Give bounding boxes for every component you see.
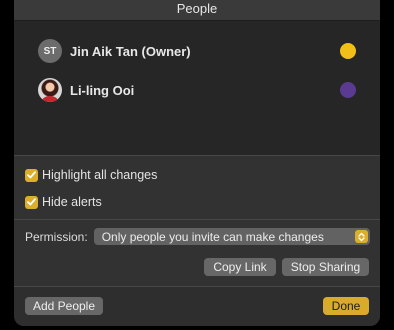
hide-alerts-checkbox[interactable] [25,195,38,209]
permission-selected-value: Only people you invite can make changes [101,229,324,244]
participant-row-owner[interactable]: ST Jin Aik Tan (Owner) [38,38,356,64]
done-button[interactable]: Done [323,297,369,315]
participant-name: Jin Aik Tan (Owner) [70,43,191,59]
sheet-footer: Add People Done [14,286,380,326]
sharing-options: Highlight all changes Hide alerts [14,156,380,220]
participant-row[interactable]: Li-ling Ooi [38,77,356,103]
avatar [38,78,62,102]
participant-list: ST Jin Aik Tan (Owner) Li-ling Ooi [14,21,380,156]
sheet-title: People [14,0,380,21]
highlight-changes-option[interactable]: Highlight all changes [25,168,157,182]
copy-link-button[interactable]: Copy Link [204,258,276,276]
hide-alerts-option[interactable]: Hide alerts [25,195,102,209]
avatar: ST [38,39,62,63]
participant-color-dot [340,82,356,98]
checkmark-icon [27,171,36,179]
participant-name: Li-ling Ooi [70,82,135,98]
permission-row: Permission: Only people you invite can m… [25,228,370,245]
avatar-photo-shirt [42,96,58,102]
hide-alerts-label: Hide alerts [42,195,102,209]
permission-label: Permission: [25,229,88,244]
highlight-changes-label: Highlight all changes [42,168,158,182]
permission-popup[interactable]: Only people you invite can make changes [93,228,370,245]
stop-sharing-button[interactable]: Stop Sharing [282,258,369,276]
checkmark-icon [27,198,36,206]
participant-color-dot [340,43,356,59]
popup-arrows-icon [354,230,368,243]
add-people-button[interactable]: Add People [25,297,103,315]
highlight-changes-checkbox[interactable] [25,168,38,182]
people-sheet: People ST Jin Aik Tan (Owner) Li-ling Oo… [14,0,380,326]
avatar-initials: ST [43,45,57,57]
